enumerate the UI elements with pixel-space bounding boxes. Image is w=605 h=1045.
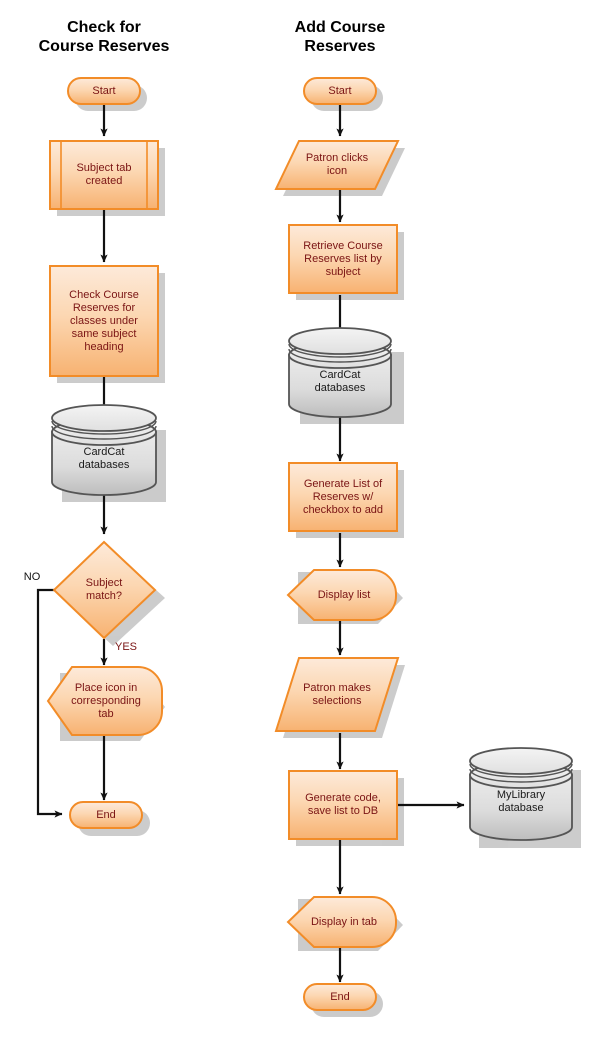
node-l-cardcat[interactable] — [51, 404, 157, 496]
node-r-generate[interactable] — [288, 462, 398, 532]
node-r-mylib[interactable] — [469, 747, 573, 841]
node-r-start[interactable] — [303, 77, 377, 105]
flowchart-svg — [36, 77, 581, 1017]
column-title-right: Add Course Reserves — [294, 19, 386, 55]
node-l-start[interactable] — [67, 77, 141, 105]
column-title-left: Check for Course Reserves — [38, 19, 170, 55]
node-l-check[interactable] — [49, 265, 159, 377]
node-l-subject[interactable] — [49, 140, 159, 210]
node-r-code[interactable] — [288, 770, 398, 840]
node-l-place[interactable] — [46, 666, 163, 736]
edge-label-no: NO — [23, 571, 41, 583]
node-r-end[interactable] — [303, 983, 377, 1011]
flowchart-canvas: Check for Course Reserves Add Course Res… — [0, 0, 605, 1045]
node-r-cardcat[interactable] — [288, 327, 392, 418]
node-r-retrieve[interactable] — [288, 224, 398, 294]
node-l-end[interactable] — [69, 801, 143, 829]
edge-label-yes: YES — [114, 641, 137, 653]
node-l-decision[interactable] — [52, 540, 157, 640]
